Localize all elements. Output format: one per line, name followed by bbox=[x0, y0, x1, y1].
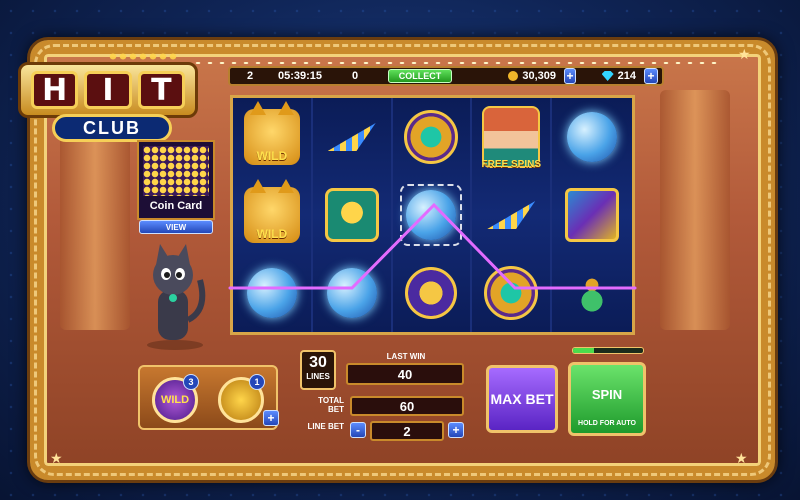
coin-card: Coin Card bbox=[137, 140, 215, 220]
ankh-orb-icon bbox=[405, 267, 458, 319]
coin-booster-count: 1 bbox=[249, 374, 265, 390]
timer: 05:39:15 bbox=[277, 70, 323, 82]
logo-letter: T bbox=[137, 71, 185, 109]
reel-grid: WILD WILD FREE SPINS bbox=[230, 95, 635, 335]
logo-letter: I bbox=[84, 71, 132, 109]
star-ornament-icon: ★ bbox=[735, 450, 748, 466]
total-bet-label: TOTAL BET bbox=[318, 396, 344, 414]
collect-button[interactable]: COLLECT bbox=[387, 69, 453, 83]
gem-balance: 214 bbox=[617, 70, 636, 82]
coin-card-view-button[interactable]: VIEW bbox=[139, 220, 213, 234]
reel-column bbox=[312, 98, 393, 332]
reel-cell bbox=[552, 98, 632, 176]
win-highlight-frame bbox=[400, 184, 463, 246]
free-spins-girl-icon: FREE SPINS bbox=[482, 106, 541, 170]
right-pillar bbox=[660, 90, 730, 330]
buy-coins-button[interactable]: + bbox=[564, 68, 576, 84]
cat-wild-icon: WILD bbox=[243, 101, 300, 165]
lizard-tile-icon bbox=[565, 188, 620, 242]
reel-cell bbox=[552, 176, 632, 254]
reel-cell bbox=[472, 254, 550, 332]
lines-display: 30 LINES bbox=[300, 350, 336, 390]
reel-cell bbox=[393, 254, 471, 332]
add-booster-button[interactable]: + bbox=[263, 410, 279, 426]
reel-cell bbox=[313, 98, 391, 176]
logo-club-text: CLUB bbox=[52, 114, 172, 142]
small-coin-count: 0 bbox=[351, 70, 359, 82]
spin-button[interactable]: SPIN HOLD FOR AUTO bbox=[568, 362, 646, 436]
yarn-ball-icon bbox=[326, 268, 377, 318]
top-status-bar: 2 05:39:15 0 COLLECT 30,309 + 214 + bbox=[228, 66, 664, 86]
line-bet-label: LINE BET bbox=[307, 422, 344, 431]
yarn-ball-icon bbox=[246, 268, 297, 318]
reel-cell bbox=[393, 176, 471, 254]
spin-label: SPIN bbox=[591, 387, 623, 402]
reel-cell: FREE SPINS bbox=[472, 98, 550, 176]
buy-gems-button[interactable]: + bbox=[644, 68, 658, 84]
lines-label: LINES bbox=[306, 372, 330, 381]
wild-booster[interactable]: WILD 3 bbox=[152, 374, 199, 423]
lotus-icon bbox=[572, 273, 613, 313]
scarab-icon bbox=[404, 110, 459, 164]
spin-progress-bar bbox=[572, 347, 644, 354]
spin-progress-fill bbox=[573, 348, 594, 353]
max-bet-button[interactable]: MAX BET bbox=[486, 365, 558, 433]
yarn-ball-icon bbox=[567, 112, 618, 162]
logo-plate: H I T bbox=[18, 62, 198, 118]
star-ornament-icon: ★ bbox=[50, 450, 63, 466]
wild-symbol-label: WILD bbox=[256, 149, 288, 163]
gem-icon bbox=[601, 71, 614, 81]
reel-cell bbox=[552, 254, 632, 332]
free-spins-symbol-label: FREE SPINS bbox=[481, 159, 542, 170]
wild-booster-label: WILD bbox=[160, 394, 190, 406]
reel-cell bbox=[472, 176, 550, 254]
coin-icon bbox=[508, 71, 519, 81]
paper-plane-icon bbox=[487, 201, 536, 229]
booster-panel: WILD 3 1 bbox=[138, 365, 278, 430]
hit-club-logo: H I T CLUB bbox=[18, 48, 198, 142]
line-bet-increase-button[interactable]: + bbox=[448, 422, 464, 438]
coin-card-image bbox=[143, 146, 209, 196]
reel-column bbox=[392, 98, 473, 332]
reel-cell: WILD bbox=[233, 98, 311, 176]
paper-plane-icon bbox=[327, 123, 376, 151]
star-ornament-icon: ★ bbox=[738, 46, 751, 62]
reel-cell bbox=[313, 254, 391, 332]
last-win-value: 40 bbox=[346, 363, 464, 385]
reel-column: WILD WILD bbox=[233, 98, 313, 332]
scarab-icon bbox=[484, 266, 539, 320]
cat-wild-icon: WILD bbox=[243, 179, 300, 243]
reel-column: FREE SPINS bbox=[472, 98, 553, 332]
logo-letter: H bbox=[31, 71, 79, 109]
line-bet-decrease-button[interactable]: - bbox=[350, 422, 366, 438]
total-bet-value: 60 bbox=[350, 396, 464, 416]
reel-cell bbox=[313, 176, 391, 254]
game-stage: 2 05:39:15 0 COLLECT 30,309 + 214 + WILD… bbox=[0, 0, 800, 500]
cat-mascot bbox=[147, 244, 206, 350]
mouse-tile-icon bbox=[324, 188, 379, 242]
reel-cell bbox=[393, 98, 471, 176]
last-win-label: LAST WIN bbox=[386, 352, 426, 361]
wild-symbol-label: WILD bbox=[256, 227, 288, 241]
coin-booster[interactable]: 1 bbox=[218, 374, 265, 423]
reel-cell bbox=[233, 254, 311, 332]
coin-card-label: Coin Card bbox=[149, 200, 203, 212]
level-value: 2 bbox=[246, 70, 254, 82]
coin-balance: 30,309 bbox=[522, 70, 556, 82]
bet-panel: 30 LINES LAST WIN 40 TOTAL BET 60 LINE B… bbox=[300, 350, 470, 445]
wild-booster-count: 3 bbox=[183, 374, 199, 390]
spin-sub-label: HOLD FOR AUTO bbox=[578, 420, 636, 427]
line-bet-value: 2 bbox=[370, 421, 444, 441]
reel-cell: WILD bbox=[233, 176, 311, 254]
lines-value: 30 bbox=[309, 354, 327, 371]
reel-column bbox=[552, 98, 632, 332]
